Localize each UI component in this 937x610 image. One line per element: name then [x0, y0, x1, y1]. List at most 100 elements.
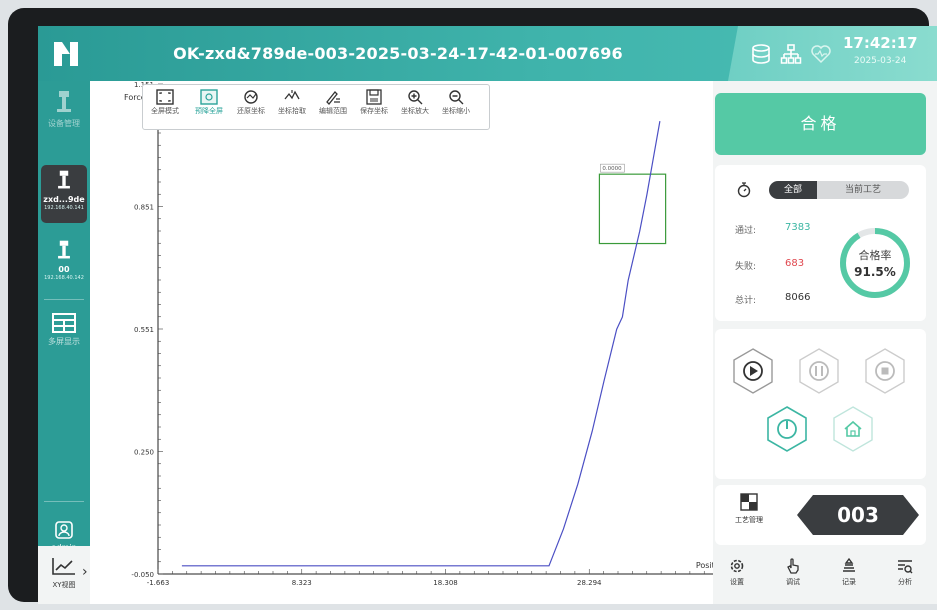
clock-time: 17:42:17 — [843, 34, 918, 52]
analysis-icon — [898, 560, 913, 574]
nav-settings[interactable]: 设置 — [717, 557, 757, 587]
pass-rate-ring — [840, 228, 910, 298]
chevron-right-icon[interactable]: › — [82, 564, 88, 580]
sidebar: 设备管理 zxd...9de 192.168.40.141 00 192.168… — [38, 81, 90, 604]
sidebar-item-multi-screen[interactable]: 多屏显示 — [38, 313, 90, 347]
database-icon[interactable] — [750, 43, 772, 65]
network-icon[interactable] — [780, 43, 802, 65]
zoom-in-icon — [408, 90, 423, 105]
checker-icon — [740, 493, 758, 511]
y-tick-label: -0.050 — [131, 571, 154, 579]
app-logo — [54, 42, 78, 66]
x-tick-label: -1.663 — [147, 579, 170, 587]
grid-icon — [52, 313, 76, 333]
record-icon — [843, 557, 855, 572]
nav-analysis[interactable]: 分析 — [885, 557, 925, 587]
device-name: zxd...9de — [43, 195, 85, 204]
sidebar-item-label: 设备管理 — [48, 119, 80, 128]
process-manage-button[interactable]: 工艺管理 — [729, 493, 769, 525]
home-button[interactable] — [831, 405, 875, 453]
nav-records[interactable]: 记录 — [829, 557, 869, 587]
preview-icon — [200, 89, 218, 105]
clock-date: 2025-03-24 — [854, 56, 907, 66]
zoom-out-icon — [449, 90, 464, 105]
pass-rate-value: 91.5% — [854, 265, 896, 279]
stop-button[interactable] — [863, 347, 907, 395]
fullscreen-icon — [156, 89, 174, 105]
tool-label: 全屏模式 — [151, 107, 179, 115]
xy-view-label: XY视图 — [52, 581, 76, 589]
tab-current-process[interactable]: 当前工艺 — [817, 181, 909, 199]
tab-all[interactable]: 全部 — [769, 181, 817, 199]
x-tick-label: 28.294 — [577, 579, 602, 587]
press-tool-icon — [58, 170, 70, 189]
y-tick-label: 0.551 — [134, 326, 154, 334]
tool-label: 还原坐标 — [237, 107, 265, 115]
device-ip: 192.168.40.142 — [44, 275, 84, 281]
sidebar-item-device-manage[interactable]: 设备管理 — [38, 89, 90, 129]
hand-icon — [787, 558, 799, 574]
bottom-nav: 设置 调试 记录 分析 — [713, 551, 937, 604]
nav-label: 记录 — [842, 578, 856, 586]
sidebar-item-device-2[interactable]: 00 192.168.40.142 — [38, 239, 90, 282]
tool-save-coord[interactable]: 保存坐标 — [354, 89, 394, 116]
pass-label: 通过: — [735, 226, 757, 236]
pause-button[interactable] — [797, 347, 841, 395]
total-label: 总计: — [735, 296, 757, 306]
restore-icon — [244, 90, 258, 104]
press-tool-icon — [57, 91, 71, 112]
screen: OK-zxd&789de-003-2025-03-24-17-42-01-007… — [38, 26, 937, 604]
save-icon — [366, 89, 382, 105]
tool-zoom-out[interactable]: 坐标缩小 — [436, 89, 476, 116]
device-ip: 192.168.40.141 — [44, 205, 84, 211]
sidebar-item-device-1[interactable]: zxd...9de 192.168.40.141 — [41, 165, 87, 223]
tool-label: 坐标缩小 — [442, 107, 470, 115]
device-name: 00 — [58, 265, 70, 274]
power-button[interactable] — [765, 405, 809, 453]
tool-restore-axis[interactable]: 还原坐标 — [231, 89, 271, 116]
process-manage-label: 工艺管理 — [735, 516, 763, 524]
pick-icon — [284, 90, 300, 100]
title-status-area: 17:42:17 2025-03-24 — [728, 26, 937, 81]
tool-edit-range[interactable]: 编辑范围 — [313, 89, 353, 116]
force-position-curve — [181, 120, 661, 567]
process-card: 工艺管理 003 — [715, 485, 926, 545]
fail-count: 683 — [785, 258, 805, 269]
process-number[interactable]: 003 — [797, 495, 919, 535]
nav-debug[interactable]: 调试 — [773, 557, 813, 587]
tool-label: 预降全屏 — [195, 107, 223, 115]
x-tick-label: 18.308 — [433, 579, 458, 587]
edit-icon — [326, 91, 340, 105]
evaluation-window-label: 0.0000 — [602, 166, 622, 172]
line-chart-icon — [52, 558, 75, 575]
tool-zoom-in[interactable]: 坐标放大 — [395, 89, 435, 116]
device-frame: OK-zxd&789de-003-2025-03-24-17-42-01-007… — [8, 8, 937, 604]
tool-preview-fullscreen[interactable]: 预降全屏 — [189, 89, 229, 116]
total-count: 8066 — [785, 292, 811, 303]
press-tool-icon — [58, 240, 70, 259]
tool-pick-coord[interactable]: 坐标拾取 — [272, 89, 312, 116]
nav-label: 设置 — [730, 578, 744, 586]
file-title: OK-zxd&789de-003-2025-03-24-17-42-01-007… — [173, 44, 623, 63]
tool-fullscreen[interactable]: 全屏模式 — [145, 89, 185, 116]
tool-label: 保存坐标 — [360, 107, 388, 115]
x-tick-label: 8.323 — [292, 579, 312, 587]
chart-toolbar: 全屏模式 预降全屏 还原坐标 坐标拾取 编辑范围 保存坐标 坐标放大 坐标缩小 — [142, 84, 490, 130]
stopwatch-icon[interactable] — [737, 182, 751, 198]
nav-label: 分析 — [898, 578, 912, 586]
xy-chart-area: 1.1510.8510.5510.250-0.050-1.6638.32318.… — [90, 81, 745, 604]
xy-chart[interactable]: 1.1510.8510.5510.250-0.050-1.6638.32318.… — [90, 81, 745, 604]
user-icon — [55, 521, 73, 539]
play-button[interactable] — [731, 347, 775, 395]
y-tick-label: 0.851 — [134, 204, 154, 212]
heartbeat-icon — [811, 45, 831, 64]
sidebar-item-label: 多屏显示 — [48, 337, 80, 346]
sidebar-divider — [44, 299, 84, 300]
title-bar: OK-zxd&789de-003-2025-03-24-17-42-01-007… — [38, 26, 937, 81]
right-panel: 合格 全部 当前工艺 通过: 7383 失败: 683 总计: 8066 合格率… — [713, 81, 937, 604]
y-tick-label: 0.250 — [134, 449, 154, 457]
tool-label: 坐标放大 — [401, 107, 429, 115]
evaluation-window-box — [598, 173, 667, 245]
fail-label: 失败: — [735, 262, 757, 272]
x-axis-label: Position — [696, 561, 713, 570]
